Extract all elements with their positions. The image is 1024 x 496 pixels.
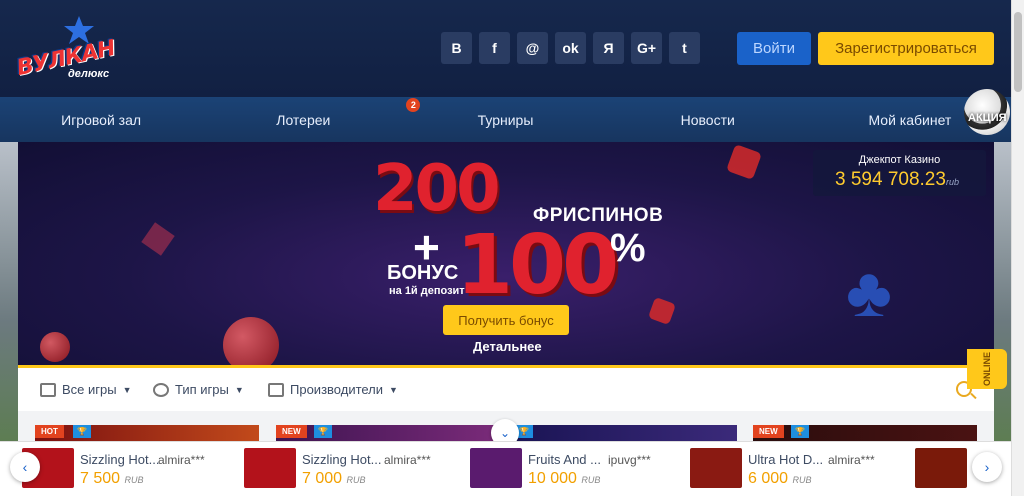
winner-amount: 6 000 RUB: [748, 470, 812, 487]
promo-bonus-label: БОНУС: [387, 262, 459, 284]
filter-all-games[interactable]: Все игры ▼: [40, 382, 132, 397]
promo-banner: ♣ 200 ФРИСПИНОВ + 100 % БОНУС на 1й депо…: [18, 142, 994, 367]
background-right: [994, 142, 1011, 442]
background-left: [0, 142, 18, 442]
nav-label: Лотереи: [276, 111, 331, 128]
nav-label: Новости: [680, 111, 735, 128]
chevron-down-icon: ▼: [389, 384, 398, 395]
promo-deposit-label: на 1й депозит: [389, 285, 465, 297]
filter-label: Все игры: [62, 382, 117, 397]
game-thumbnail: [690, 448, 742, 488]
promo-percent-sign: %: [610, 226, 646, 270]
yandex-icon[interactable]: Я: [593, 32, 624, 64]
decor-ball: [40, 332, 70, 362]
game-card[interactable]: 🏆: [513, 425, 737, 441]
dice-icon: [647, 296, 677, 326]
facebook-icon[interactable]: f: [479, 32, 510, 64]
new-badge: NEW: [276, 425, 307, 438]
trophy-icon: 🏆: [314, 425, 332, 438]
jackpot-title: Джекпот Казино: [858, 154, 941, 166]
new-badge: NEW: [753, 425, 784, 438]
chevron-down-icon: ▼: [234, 384, 244, 395]
nav-item-tournaments[interactable]: Турниры 2: [404, 97, 606, 128]
nav-item-news[interactable]: Новости: [607, 112, 809, 128]
trophy-icon: 🏆: [791, 425, 809, 438]
game-card[interactable]: HOT 🏆: [35, 425, 259, 441]
nav-label: Игровой зал: [61, 111, 142, 128]
mail-icon[interactable]: @: [517, 32, 548, 64]
winner-game: Fruits And ...: [528, 452, 601, 467]
winner-game: Sizzling Hot...: [302, 452, 382, 467]
chip-icon: [153, 382, 169, 397]
promo-label[interactable]: АКЦИЯ: [968, 112, 1007, 124]
decor-ball: [223, 317, 279, 367]
nav-item-lotteries[interactable]: Лотереи: [202, 112, 404, 128]
winner-amount: 7 500 RUB: [80, 470, 144, 487]
recent-winners-strip: Sizzling Hot... almira*** 7 500 RUB Sizz…: [0, 441, 1011, 496]
diamond-icon: [141, 222, 175, 256]
vk-icon[interactable]: B: [441, 32, 472, 64]
jackpot-currency: rub: [946, 177, 960, 187]
winner-item[interactable]: Ultra Hot D... almira*** 6 000 RUB: [690, 448, 900, 490]
winner-item[interactable]: Sizzling Hot... almira*** 7 500 RUB: [22, 448, 232, 490]
trophy-icon: 🏆: [73, 425, 91, 438]
google-plus-icon[interactable]: G+: [631, 32, 662, 64]
winner-user: almira***: [158, 453, 205, 467]
filter-game-type[interactable]: Тип игры ▼: [153, 382, 244, 397]
game-thumbnail: [915, 448, 967, 488]
site-header: ВУЛКАН делюкс B f @ ok Я G+ t Войти Заре…: [0, 0, 1011, 97]
game-card[interactable]: NEW 🏆: [753, 425, 977, 441]
winner-amount: 10 000 RUB: [528, 470, 601, 487]
logo[interactable]: ВУЛКАН делюкс: [14, 16, 120, 84]
chevron-right-icon[interactable]: ›: [972, 452, 1002, 482]
building-icon: [268, 382, 284, 397]
chevron-down-icon: ▼: [122, 384, 132, 395]
nav-item-game-hall[interactable]: Игровой зал: [0, 112, 202, 128]
game-thumbnail: [470, 448, 522, 488]
twitter-icon[interactable]: t: [669, 32, 700, 64]
nav-label: Мой кабинет: [868, 111, 952, 128]
hot-badge: HOT: [35, 425, 64, 438]
online-chat-tab[interactable]: ONLINE: [967, 349, 1007, 389]
main-nav: Игровой зал Лотереи Турниры 2 Новости Мо…: [0, 97, 1011, 142]
club-suit-icon: ♣: [846, 253, 892, 331]
register-button[interactable]: Зарегистрироваться: [818, 32, 994, 65]
details-link[interactable]: Детальнее: [473, 339, 542, 354]
odnoklassniki-icon[interactable]: ok: [555, 32, 586, 64]
winner-game: Ultra Hot D...: [748, 452, 824, 467]
winner-user: ipuvg***: [608, 453, 651, 467]
jackpot-widget: Джекпот Казино 3 594 708.23 rub: [813, 150, 986, 196]
filter-label: Производители: [290, 382, 384, 397]
scrollbar-thumb[interactable]: [1014, 12, 1022, 92]
game-thumbnail: [244, 448, 296, 488]
nav-label: Турниры: [477, 111, 534, 128]
logo-subtitle: делюкс: [68, 68, 110, 80]
social-links: B f @ ok Я G+ t: [441, 32, 700, 64]
filter-label: Тип игры: [175, 382, 229, 397]
winner-game: Sizzling Hot...: [80, 452, 160, 467]
get-bonus-button[interactable]: Получить бонус: [443, 305, 569, 335]
winner-user: almira***: [384, 453, 431, 467]
login-button[interactable]: Войти: [737, 32, 811, 65]
winner-item[interactable]: Fruits And ... ipuvg*** 10 000 RUB: [470, 448, 680, 490]
winner-amount: 7 000 RUB: [302, 470, 366, 487]
promo-bonus-percent: 100: [456, 218, 619, 313]
chevron-left-icon[interactable]: ‹: [10, 452, 40, 482]
monitor-icon: [40, 382, 56, 397]
filter-providers[interactable]: Производители ▼: [268, 382, 398, 397]
winner-user: almira***: [828, 453, 875, 467]
game-filter-bar: Все игры ▼ Тип игры ▼ Производители ▼: [18, 365, 994, 411]
jackpot-value: 3 594 708.23: [835, 169, 946, 190]
game-card[interactable]: NEW 🏆: [276, 425, 500, 441]
promo-freespins-count: 200: [373, 152, 501, 226]
dice-icon: [726, 144, 762, 180]
winner-item[interactable]: [915, 448, 975, 490]
tournaments-count-badge: 2: [406, 97, 421, 112]
winner-item[interactable]: Sizzling Hot... almira*** 7 000 RUB: [244, 448, 454, 490]
